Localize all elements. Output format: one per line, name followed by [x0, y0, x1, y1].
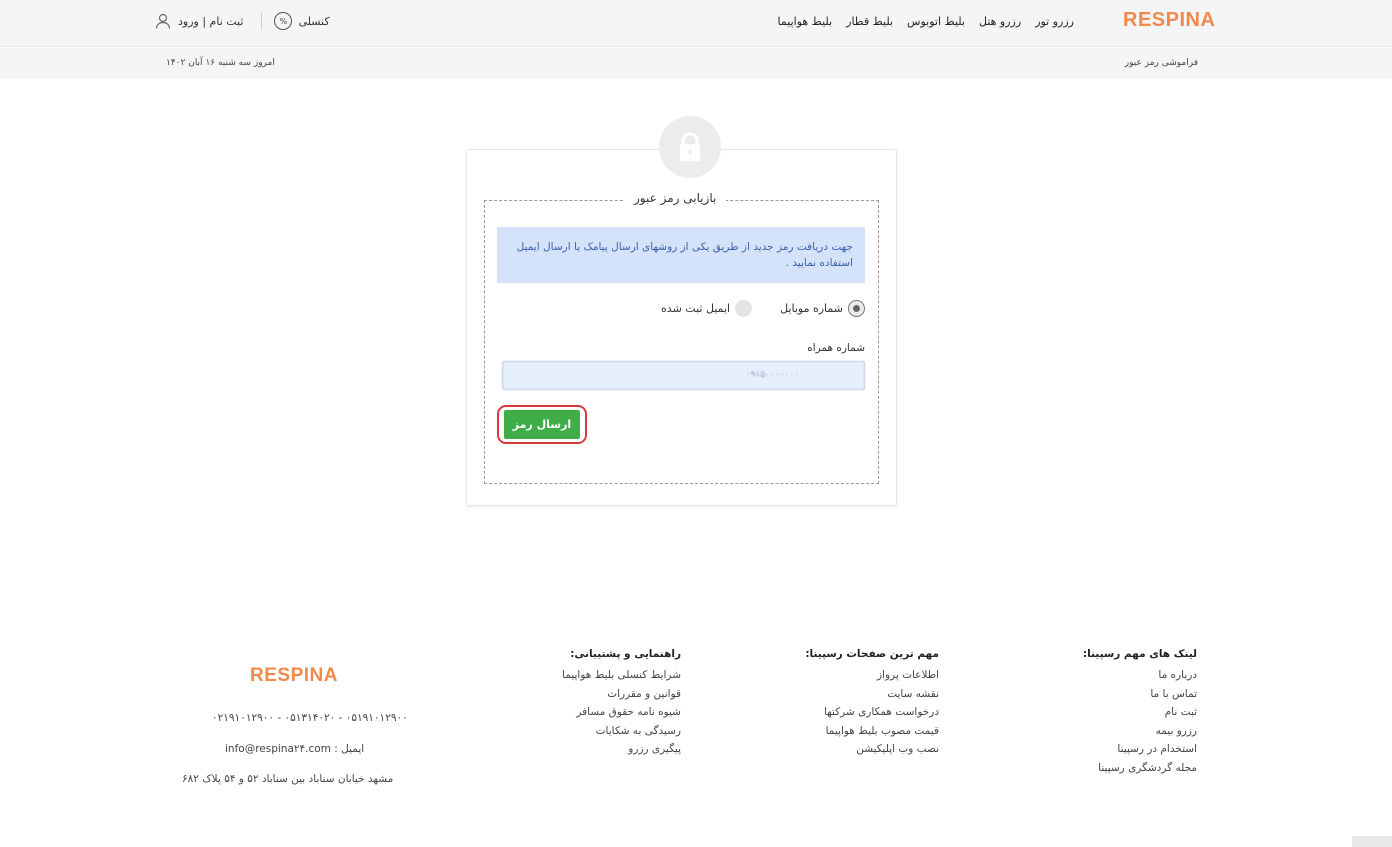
footer-link[interactable]: درخواست همکاری شرکتها [805, 706, 939, 718]
footer-link[interactable]: رسیدگی به شکایات [562, 725, 681, 737]
footer-link[interactable]: درباره ما [1083, 669, 1197, 681]
footer-phones: ۰۲۱۹۱۰۱۲۹۰۰ - ۰۵۱۳۱۴۰۲۰ - ۰۵۱۹۱۰۱۲۹۰۰ [212, 712, 408, 724]
nav-flight-tickets[interactable]: بلیط هواپیما [778, 15, 833, 28]
lock-icon [659, 116, 721, 178]
nav-divider [261, 12, 263, 30]
phone-input[interactable]: ۰۹۱۵۰۰۰۰۰۰۰ [502, 361, 865, 390]
send-password-button[interactable]: ارسال رمز [504, 410, 580, 439]
radio-email-label[interactable]: ایمیل ثبت شده [661, 302, 730, 315]
footer-link[interactable]: اطلاعات پرواز [805, 669, 939, 681]
footer-col3-title: راهنمایی و پشتیبانی: [570, 648, 681, 660]
main-nav: بلیط هواپیما بلیط قطار بلیط اتوبوس رزرو … [778, 15, 1074, 28]
radio-email[interactable] [735, 300, 753, 317]
footer-link[interactable]: نصب وب اپلیکیشن [805, 743, 939, 755]
recovery-method-options: شماره موبایل ایمیل ثبت شده [633, 300, 865, 317]
top-navbar: RESPINA بلیط هواپیما بلیط قطار بلیط اتوب… [0, 0, 1392, 47]
nav-bus-tickets[interactable]: بلیط اتوبوس [907, 15, 965, 28]
footer-link[interactable]: تماس با ما [1083, 688, 1197, 700]
footer-link[interactable]: پیگیری رزرو [562, 743, 681, 755]
radio-mobile[interactable] [848, 300, 865, 317]
nav-train-tickets[interactable]: بلیط قطار [846, 15, 893, 28]
site-logo[interactable]: RESPINA [1123, 9, 1215, 32]
footer-link[interactable]: شیوه نامه حقوق مسافر [562, 706, 681, 718]
footer-support: راهنمایی و پشتیبانی: شرایط کنسلی بلیط هو… [562, 648, 681, 762]
footer-important-links: لینک های مهم رسپینا: درباره ما تماس با م… [1083, 648, 1197, 780]
today-date: امروز سه شنبه ۱۶ آبان ۱۴۰۲ [166, 58, 275, 68]
footer-link[interactable]: قوانین و مقررات [562, 688, 681, 700]
breadcrumb-bar: فراموشی رمز عبور امروز سه شنبه ۱۶ آبان ۱… [0, 48, 1392, 79]
login-register-link[interactable]: ثبت نام | ورود [178, 15, 243, 28]
footer-logo: RESPINA [250, 665, 338, 686]
phone-field-label: شماره همراه [807, 342, 865, 354]
radio-mobile-label[interactable]: شماره موبایل [780, 302, 843, 315]
footer-link[interactable]: مجله گردشگری رسپینا [1083, 762, 1197, 774]
nav-hotel-booking[interactable]: رزرو هتل [979, 15, 1021, 28]
cancellation-link[interactable]: کنسلی [298, 15, 329, 28]
footer-link[interactable]: ثبت نام [1083, 706, 1197, 718]
nav-tour-booking[interactable]: رزرو تور [1035, 15, 1074, 28]
footer-col1-title: لینک های مهم رسپینا: [1082, 648, 1197, 660]
footer-link[interactable]: استخدام در رسپینا [1083, 743, 1197, 755]
footer-link[interactable]: رزرو بیمه [1083, 725, 1197, 737]
footer-link[interactable]: نقشه سایت [805, 688, 939, 700]
user-actions: ثبت نام | ورود % کنسلی [154, 12, 336, 30]
breadcrumb: فراموشی رمز عبور [1124, 58, 1198, 68]
refund-icon[interactable]: % [274, 12, 293, 30]
user-icon[interactable] [154, 12, 172, 30]
form-title: بازیابی رمز عبور [624, 191, 727, 205]
info-message: جهت دریافت رمز جدید از طریق یکی از روشها… [497, 227, 865, 283]
submit-highlight: ارسال رمز [497, 405, 587, 444]
footer-important-pages: مهم ترین صفحات رسپینا: اطلاعات پرواز نقش… [805, 648, 939, 762]
footer-col2-title: مهم ترین صفحات رسپینا: [805, 648, 939, 660]
footer-link[interactable]: قیمت مصوب بلیط هواپیما [805, 725, 939, 737]
footer-address: مشهد خیابان سناباد بین سناباد ۵۲ و ۵۴ پل… [182, 773, 394, 785]
footer-email: ایمیل : info@respina۲۴.com [225, 743, 365, 755]
footer-link[interactable]: شرایط کنسلی بلیط هواپیما [562, 669, 681, 681]
scroll-corner [1352, 836, 1392, 847]
